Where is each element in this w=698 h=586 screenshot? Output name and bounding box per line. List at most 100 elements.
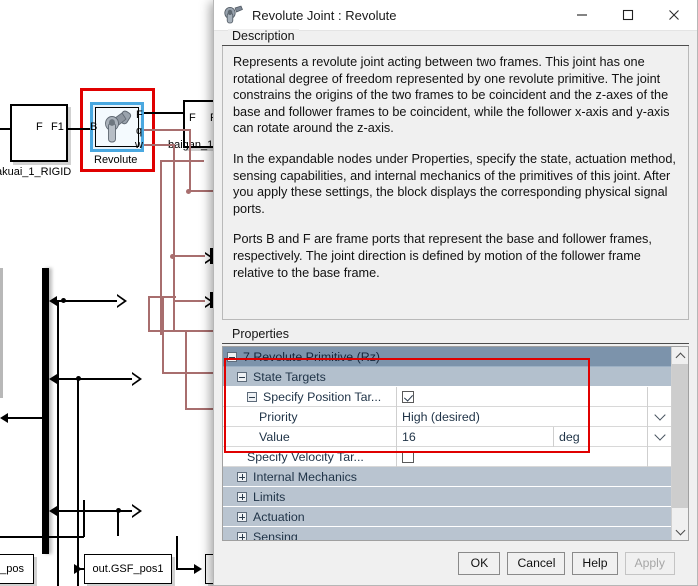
- properties-scrollbar[interactable]: [671, 347, 688, 540]
- ps-wire-lower-h3: [148, 296, 176, 298]
- expand-icon[interactable]: [237, 531, 247, 540]
- upper-left-frame-v: [83, 500, 85, 537]
- tree-row-name-cell: Specify Position Tar...: [223, 390, 396, 404]
- ok-button[interactable]: OK: [458, 551, 501, 575]
- expand-icon[interactable]: [237, 511, 247, 522]
- tree-row-label: Limits: [253, 489, 286, 504]
- ps-wire-branch-1: [189, 190, 213, 192]
- chevron-down-icon: [653, 408, 666, 421]
- tree-row-name-cell: Actuation: [223, 510, 396, 524]
- ps-wire-lower-v3: [185, 330, 187, 410]
- bus-wire-2: [57, 378, 132, 380]
- tree-row-actuation[interactable]: Actuation: [223, 507, 671, 527]
- sink-gsf-pos-label: SF_pos: [0, 563, 24, 575]
- tree-row-revolute-primitive[interactable]: 7 Revolute Primitive (Rz): [223, 347, 671, 367]
- tree-row-name-cell: Internal Mechanics: [223, 470, 396, 484]
- scrollbar-thumb[interactable]: [672, 364, 688, 508]
- collapse-icon[interactable]: [247, 391, 257, 402]
- dialog-titlebar[interactable]: Revolute Joint : Revolute: [214, 0, 697, 31]
- wire-in-akuai: [0, 128, 10, 130]
- tree-row-sensing[interactable]: Sensing: [223, 527, 671, 541]
- tree-row-label: Sensing: [253, 529, 298, 541]
- collapse-icon[interactable]: [237, 371, 247, 382]
- block-revolute-port-F: F: [136, 109, 143, 121]
- dialog-button-bar: OK Cancel Help Apply: [222, 541, 689, 585]
- sink-gsf-pos1-label: out.GSF_pos1: [92, 563, 164, 575]
- tree-row-label: Specify Position Tar...: [263, 389, 382, 404]
- properties-tree-rows: 7 Revolute Primitive (Rz) State Targets Sp…: [223, 347, 671, 540]
- cancel-button[interactable]: Cancel: [507, 551, 566, 575]
- scroll-up-button[interactable]: [672, 347, 688, 364]
- tree-row-value-value[interactable]: 16: [396, 426, 553, 447]
- bus-arrow-2: [49, 374, 57, 384]
- block-akuai-port-F: F: [36, 121, 43, 133]
- ps-wire-lower-h2: [162, 372, 214, 374]
- scroll-down-button[interactable]: [672, 523, 688, 540]
- maximize-button[interactable]: [605, 0, 651, 31]
- tree-row-value-specify-velocity-target[interactable]: [396, 446, 647, 467]
- tree-row-name-cell: Priority: [223, 410, 396, 424]
- apply-button: Apply: [624, 551, 675, 575]
- close-button[interactable]: [651, 0, 697, 31]
- chevron-down-icon: [675, 525, 686, 535]
- tree-row-unit-value[interactable]: deg: [553, 426, 647, 447]
- tree-row-label: Priority: [259, 409, 298, 424]
- block-baigan-port-F: F: [189, 112, 196, 124]
- tree-row-name-cell: 7 Revolute Primitive (Rz): [223, 350, 396, 364]
- checkbox-specify-velocity-target[interactable]: [402, 450, 414, 463]
- tree-row-spacer: [647, 446, 671, 467]
- tree-row-value[interactable]: Value 16 deg: [223, 426, 671, 447]
- expand-icon[interactable]: [237, 491, 247, 502]
- tree-row-value-specify-position-target[interactable]: [396, 386, 647, 407]
- checkbox-specify-position-target[interactable]: [402, 390, 414, 403]
- expand-icon[interactable]: [237, 471, 247, 482]
- description-group: Description Represents a revolute joint …: [222, 29, 689, 320]
- block-akuai-1-rigid[interactable]: [10, 104, 68, 162]
- ps-wire-w-h: [144, 144, 174, 146]
- revolute-joint-icon: [222, 5, 248, 25]
- tree-row-spacer: [647, 386, 671, 407]
- properties-tree[interactable]: 7 Revolute Primitive (Rz) State Targets Sp…: [222, 346, 689, 541]
- minimize-button[interactable]: [559, 0, 605, 31]
- bus-arrow-3: [49, 506, 57, 516]
- bus-junction-1: [61, 298, 66, 303]
- ps-wire-lower-h4: [185, 408, 213, 410]
- drop-a: [57, 560, 59, 586]
- tree-row-specify-velocity-target[interactable]: Specify Velocity Tar...: [223, 446, 671, 467]
- ps-wire-extra-h1: [160, 160, 204, 162]
- ps-converter-1-fill: [117, 296, 124, 306]
- tree-row-limits[interactable]: Limits: [223, 487, 671, 507]
- tree-row-name-cell: Limits: [223, 490, 396, 504]
- ps-wire-lower-h1: [148, 330, 213, 332]
- chevron-up-icon: [675, 352, 685, 362]
- dropdown-arrow-priority[interactable]: [647, 406, 671, 427]
- tree-row-priority[interactable]: Priority High (desired): [223, 406, 671, 427]
- revolute-joint-dialog[interactable]: Revolute Joint : Revolute Description Re…: [213, 0, 698, 586]
- description-paragraph-1: Represents a revolute joint acting betwe…: [233, 55, 670, 136]
- block-revolute-label: Revolute: [94, 154, 138, 166]
- dialog-title: Revolute Joint : Revolute: [252, 7, 397, 23]
- dialog-body: Description Represents a revolute joint …: [214, 29, 697, 585]
- dropdown-arrow-value[interactable]: [647, 426, 671, 447]
- block-akuai-port-F1: F1: [51, 121, 64, 133]
- bus-arrow-left-out: [0, 413, 8, 423]
- sink-gsf-pos1[interactable]: out.GSF_pos1: [84, 554, 172, 584]
- tree-row-state-targets[interactable]: State Targets: [223, 367, 671, 387]
- tree-row-value-priority[interactable]: High (desired): [396, 406, 647, 427]
- sink-right-wire-v: [176, 536, 178, 569]
- block-akuai-label: akuai_1_RIGID: [0, 166, 72, 178]
- tree-row-label: Internal Mechanics: [253, 469, 357, 484]
- collapse-icon[interactable]: [227, 351, 237, 362]
- tree-row-name-cell: Sensing: [223, 529, 396, 541]
- tree-row-internal-mechanics[interactable]: Internal Mechanics: [223, 467, 671, 487]
- tree-row-specify-position-target[interactable]: Specify Position Tar...: [223, 386, 671, 407]
- properties-legend: Properties: [228, 327, 293, 341]
- sink-gsf-pos[interactable]: SF_pos: [0, 554, 34, 584]
- ps-wire-lower-v2: [162, 296, 164, 374]
- properties-group: Properties 7 Revolute Primitive (Rz) Stat…: [222, 327, 689, 541]
- tree-row-name-cell: Specify Velocity Tar...: [223, 450, 396, 464]
- tree-row-label: State Targets: [253, 369, 326, 384]
- bus-bar-mux[interactable]: [42, 268, 49, 554]
- block-revolute-port-w: w: [135, 139, 143, 151]
- help-button[interactable]: Help: [572, 551, 618, 575]
